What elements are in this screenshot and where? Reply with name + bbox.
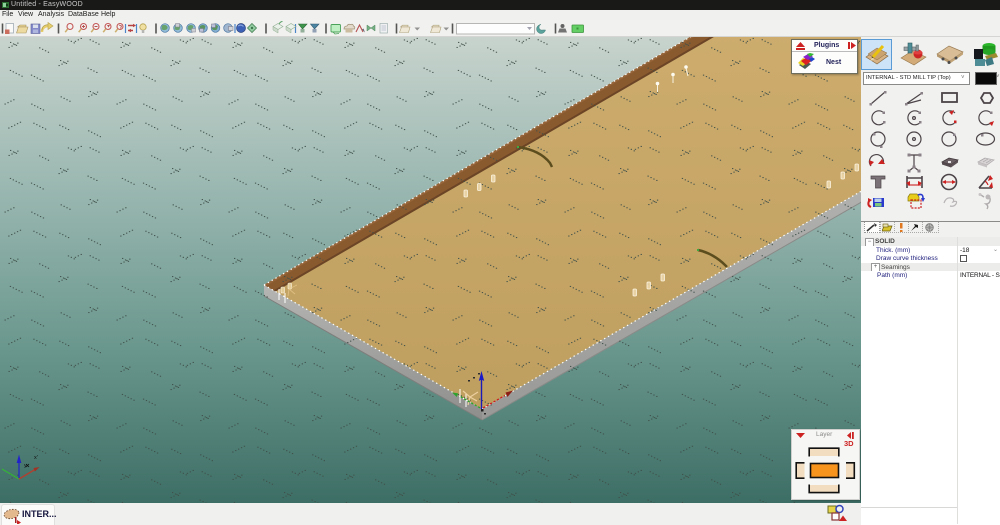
svg-text:x': x' [34, 455, 38, 461]
